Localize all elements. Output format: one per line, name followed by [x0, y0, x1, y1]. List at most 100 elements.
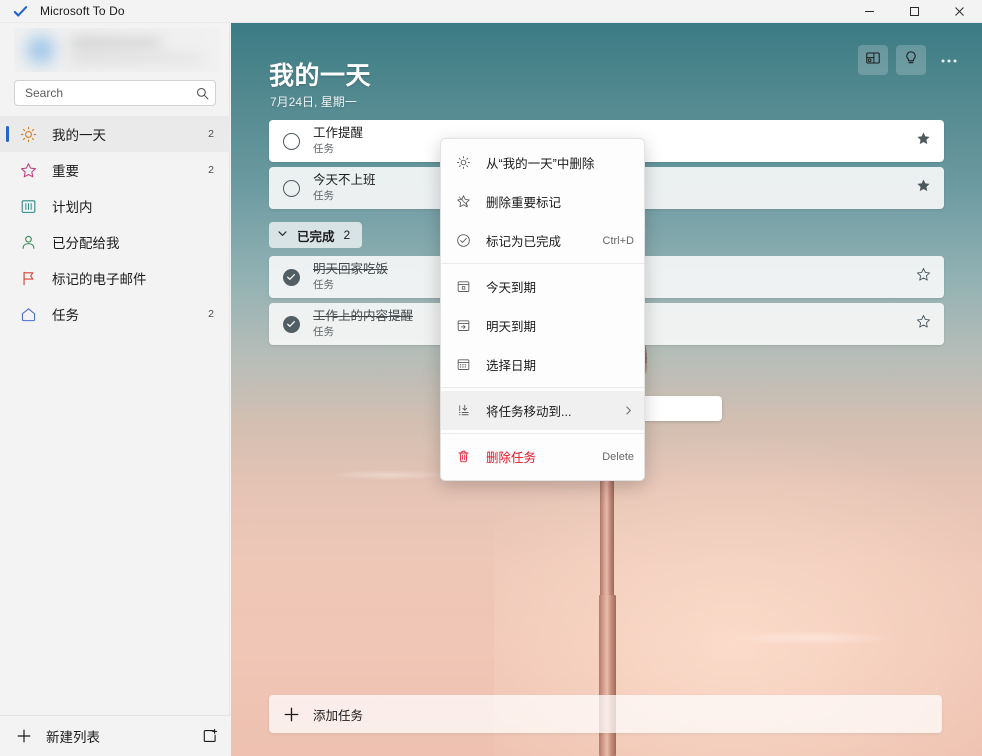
sidebar-item-label: 标记的电子邮件	[52, 272, 147, 287]
star-filled-icon	[916, 178, 931, 198]
sidebar-nav: 我的一天 2 重要 2 计划内 已分配给我 标记的电子邮件 任务 2	[0, 116, 230, 332]
task-complete-toggle[interactable]	[269, 132, 313, 150]
menu-item-due-tomorrow[interactable]: 明天到期	[441, 306, 644, 345]
completed-label: 已完成	[297, 229, 335, 244]
sun-icon	[18, 124, 38, 144]
add-task-label: 添加任务	[313, 708, 364, 723]
menu-item-shortcut: Ctrl+D	[602, 234, 634, 247]
sidebar: 我的一天 2 重要 2 计划内 已分配	[0, 23, 230, 756]
move-task-icon	[451, 403, 475, 418]
circle-icon	[282, 179, 300, 197]
menu-item-remove-from-my-day[interactable]: 从“我的一天”中删除	[441, 143, 644, 182]
flag-icon	[18, 268, 38, 288]
sidebar-item-my-day[interactable]: 我的一天 2	[0, 116, 230, 152]
menu-item-label: 将任务移动到...	[486, 405, 572, 419]
ellipsis-icon	[940, 51, 958, 69]
menu-item-move-task-to[interactable]: 将任务移动到...	[441, 391, 644, 430]
add-task-bar[interactable]: 添加任务	[269, 695, 942, 733]
page-title: 我的一天	[269, 62, 372, 90]
menu-separator	[441, 387, 644, 388]
task-important-toggle[interactable]	[902, 178, 944, 198]
menu-item-label: 删除任务	[486, 451, 537, 465]
menu-item-remove-importance[interactable]: 删除重要标记	[441, 182, 644, 221]
submenu-panel[interactable]	[640, 396, 722, 421]
calendar-tomorrow-icon	[451, 318, 475, 333]
chevron-right-icon	[623, 405, 634, 416]
header-actions	[858, 45, 964, 75]
home-icon	[18, 304, 38, 324]
search-box[interactable]	[14, 80, 216, 106]
task-complete-toggle[interactable]	[269, 268, 313, 286]
check-circle-filled-icon	[282, 315, 300, 333]
person-icon	[18, 232, 38, 252]
menu-separator	[441, 263, 644, 264]
sidebar-item-label: 我的一天	[52, 128, 106, 143]
app-logo-icon	[12, 3, 28, 19]
star-icon	[18, 160, 38, 180]
app-window: Microsoft To Do Search 我的一天 2 重要 2 计划内 已…	[0, 0, 982, 756]
menu-item-label: 明天到期	[486, 320, 537, 334]
lightbulb-icon	[903, 50, 919, 71]
task-complete-toggle[interactable]	[269, 179, 313, 197]
calendar-today-icon	[451, 279, 475, 294]
calendar-pick-icon	[451, 357, 475, 372]
app-title: Microsoft To Do	[40, 4, 125, 18]
star-outline-icon	[916, 314, 931, 334]
menu-separator	[441, 433, 644, 434]
search-icon	[189, 87, 215, 100]
sidebar-item-count: 2	[208, 308, 214, 320]
sidebar-item-label: 已分配给我	[52, 236, 120, 251]
sidebar-item-important[interactable]: 重要 2	[0, 152, 230, 188]
star-icon	[451, 194, 475, 209]
chevron-down-icon	[277, 228, 288, 242]
new-list-label: 新建列表	[46, 730, 100, 745]
task-complete-toggle[interactable]	[269, 315, 313, 333]
menu-item-label: 从“我的一天”中删除	[486, 157, 595, 171]
task-important-toggle[interactable]	[902, 267, 944, 287]
completed-section-header[interactable]: 已完成 2	[269, 222, 363, 248]
plus-icon	[16, 729, 32, 743]
sidebar-item-flagged-email[interactable]: 标记的电子邮件	[0, 260, 230, 296]
circle-icon	[282, 132, 300, 150]
menu-item-label: 选择日期	[486, 359, 537, 373]
check-circle-icon	[451, 233, 475, 248]
menu-item-label: 标记为已完成	[486, 235, 562, 249]
sidebar-item-planned[interactable]: 计划内	[0, 188, 230, 224]
menu-item-label: 今天到期	[486, 281, 537, 295]
star-filled-icon	[916, 131, 931, 151]
cloud	[328, 470, 449, 481]
task-important-toggle[interactable]	[902, 131, 944, 151]
new-group-button[interactable]	[190, 728, 230, 744]
menu-item-delete-task[interactable]: 删除任务 Delete	[441, 437, 644, 476]
plus-icon	[269, 707, 313, 722]
close-button[interactable]	[937, 0, 982, 23]
suggestions-button[interactable]	[896, 45, 926, 75]
sun-icon	[451, 155, 475, 170]
calendar-icon	[18, 196, 38, 216]
sidebar-item-count: 2	[208, 128, 214, 140]
user-profile[interactable]	[14, 28, 220, 72]
sidebar-item-assigned-to-me[interactable]: 已分配给我	[0, 224, 230, 260]
sidebar-item-label: 计划内	[52, 200, 93, 215]
new-list-button[interactable]: 新建列表	[0, 726, 190, 746]
sidebar-item-label: 重要	[52, 164, 79, 179]
search-input[interactable]	[15, 86, 189, 100]
more-options-button[interactable]	[934, 45, 964, 75]
star-outline-icon	[916, 267, 931, 287]
check-circle-filled-icon	[282, 268, 300, 286]
menu-item-due-today[interactable]: 今天到期	[441, 267, 644, 306]
theme-button[interactable]	[858, 45, 888, 75]
task-important-toggle[interactable]	[902, 314, 944, 334]
menu-item-mark-complete[interactable]: 标记为已完成 Ctrl+D	[441, 221, 644, 260]
menu-item-pick-date[interactable]: 选择日期	[441, 345, 644, 384]
sidebar-item-tasks[interactable]: 任务 2	[0, 296, 230, 332]
minimize-button[interactable]	[847, 0, 892, 23]
context-menu: 从“我的一天”中删除 删除重要标记 标记为已完成 Ctrl+D 今天到期 明天到…	[440, 138, 645, 481]
sidebar-item-count: 2	[208, 164, 214, 176]
theme-icon	[865, 50, 881, 71]
title-bar: Microsoft To Do	[0, 0, 982, 23]
menu-item-label: 删除重要标记	[486, 196, 562, 210]
menu-item-shortcut: Delete	[602, 450, 634, 463]
maximize-button[interactable]	[892, 0, 937, 23]
trash-icon	[451, 449, 475, 464]
